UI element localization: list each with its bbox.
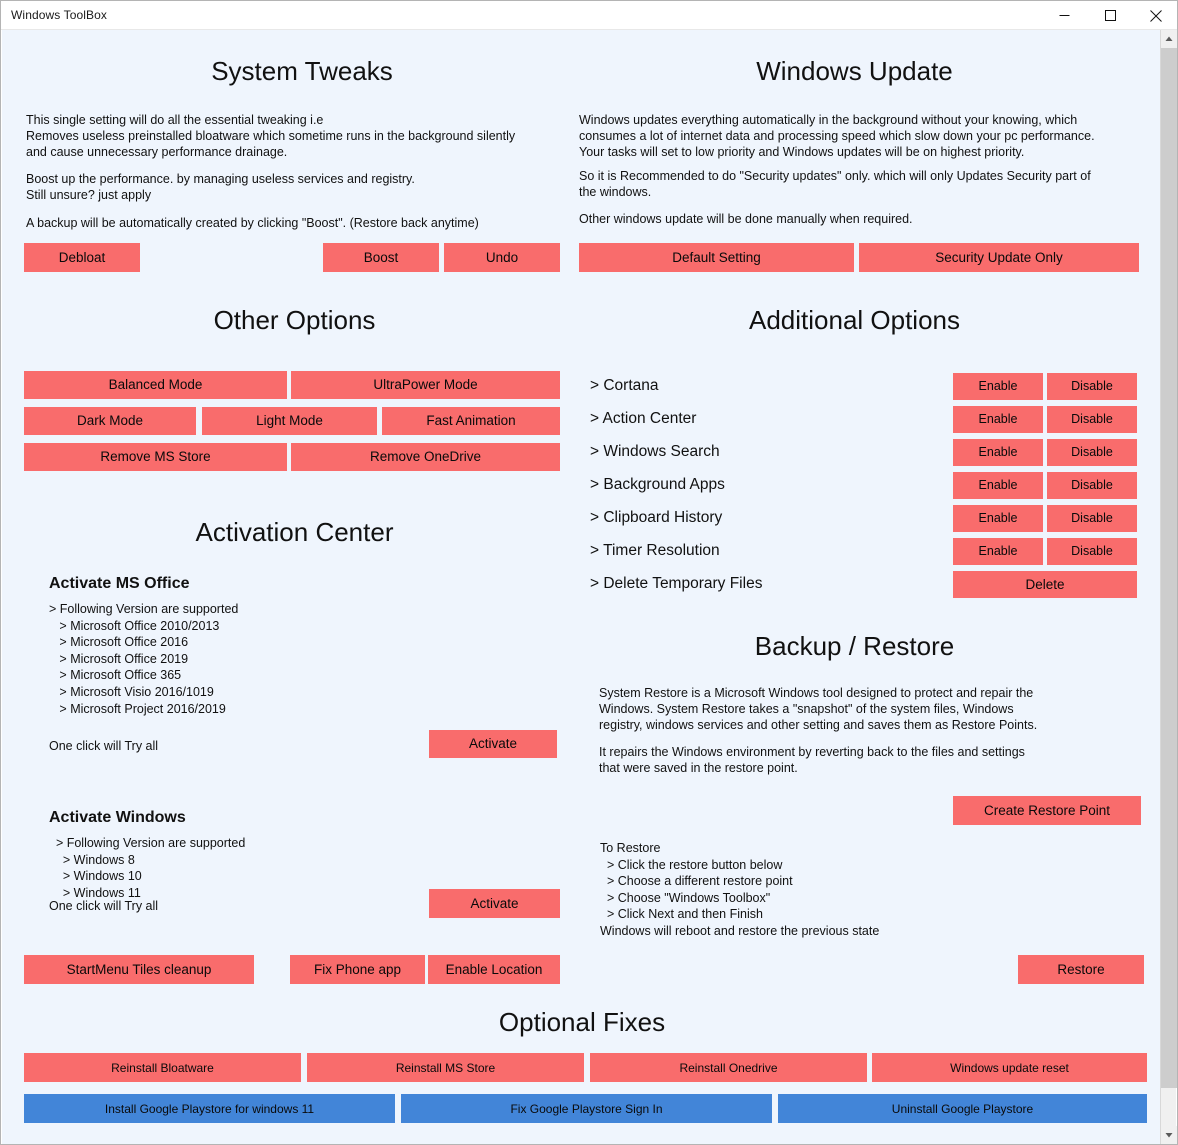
minimize-button[interactable] [1041, 1, 1087, 30]
startmenu-tiles-cleanup-button[interactable]: StartMenu Tiles cleanup [24, 955, 254, 984]
reinstall-ms-store-button[interactable]: Reinstall MS Store [307, 1053, 584, 1082]
section-title-backup-restore: Backup / Restore [754, 631, 955, 661]
create-restore-point-button[interactable]: Create Restore Point [953, 796, 1141, 825]
disable-button-background-apps[interactable]: Disable [1047, 472, 1137, 499]
window-controls [1041, 1, 1177, 30]
section-title-activation-center: Activation Center [195, 517, 394, 547]
enable-button-background-apps[interactable]: Enable [953, 472, 1043, 499]
enable-button-windows-search[interactable]: Enable [953, 439, 1043, 466]
activate-ms-office-note: One click will Try all [49, 739, 159, 753]
balanced-mode-button[interactable]: Balanced Mode [24, 371, 287, 399]
scroll-down-arrow-icon[interactable] [1161, 1126, 1177, 1144]
ultrapower-mode-button[interactable]: UltraPower Mode [291, 371, 560, 399]
enable-button-cortana[interactable]: Enable [953, 373, 1043, 400]
activate-windows-note: One click will Try all [49, 899, 159, 913]
system-tweaks-paragraph-2: Boost up the performance. by managing us… [26, 172, 415, 202]
windows-update-paragraph-1: Windows updates everything automatically… [579, 113, 1095, 159]
windows-update-paragraph-3: Other windows update will be done manual… [579, 212, 913, 226]
remove-onedrive-button[interactable]: Remove OneDrive [291, 443, 560, 471]
scrollbar-thumb[interactable] [1161, 48, 1177, 1088]
section-title-other-options: Other Options [213, 305, 376, 335]
uninstall-google-playstore-button[interactable]: Uninstall Google Playstore [778, 1094, 1147, 1123]
enable-button-clipboard-history[interactable]: Enable [953, 505, 1043, 532]
activate-ms-office-heading: Activate MS Office [49, 575, 190, 592]
fix-phone-app-button[interactable]: Fix Phone app [290, 955, 425, 984]
debloat-button[interactable]: Debloat [24, 243, 140, 272]
system-tweaks-paragraph-3: A backup will be automatically created b… [26, 216, 479, 230]
disable-button-cortana[interactable]: Disable [1047, 373, 1137, 400]
fix-google-playstore-signin-button[interactable]: Fix Google Playstore Sign In [401, 1094, 772, 1123]
option-label-background-apps: > Background Apps [590, 476, 725, 493]
maximize-button[interactable] [1087, 1, 1133, 30]
remove-ms-store-button[interactable]: Remove MS Store [24, 443, 287, 471]
boost-button[interactable]: Boost [323, 243, 439, 272]
vertical-scrollbar[interactable] [1160, 30, 1177, 1144]
activate-ms-office-supported-list: > Following Version are supported > Micr… [49, 602, 239, 716]
option-label-delete-temporary-files: > Delete Temporary Files [590, 575, 763, 592]
option-label-windows-search: > Windows Search [590, 443, 720, 460]
dark-mode-button[interactable]: Dark Mode [24, 407, 196, 435]
option-label-cortana: > Cortana [590, 377, 659, 394]
default-setting-button[interactable]: Default Setting [579, 243, 854, 272]
security-update-only-button[interactable]: Security Update Only [859, 243, 1139, 272]
to-restore-instructions: To Restore > Click the restore button be… [600, 841, 880, 938]
scroll-up-arrow-icon[interactable] [1161, 30, 1177, 48]
light-mode-button[interactable]: Light Mode [202, 407, 377, 435]
windows-update-paragraph-2: So it is Recommended to do "Security upd… [579, 169, 1091, 199]
system-tweaks-paragraph-1: This single setting will do all the esse… [26, 113, 516, 159]
fast-animation-button[interactable]: Fast Animation [382, 407, 560, 435]
titlebar: Windows ToolBox [1, 1, 1177, 30]
backup-restore-paragraph-1: System Restore is a Microsoft Windows to… [599, 686, 1038, 732]
activate-windows-button[interactable]: Activate [429, 889, 560, 918]
disable-button-windows-search[interactable]: Disable [1047, 439, 1137, 466]
option-label-action-center: > Action Center [590, 410, 697, 427]
disable-button-clipboard-history[interactable]: Disable [1047, 505, 1137, 532]
reinstall-onedrive-button[interactable]: Reinstall Onedrive [590, 1053, 867, 1082]
section-title-windows-update: Windows Update [756, 56, 953, 86]
section-title-optional-fixes: Optional Fixes [498, 1007, 666, 1037]
close-button[interactable] [1133, 1, 1177, 30]
client-area: System Tweaks This single setting will d… [2, 30, 1162, 1144]
activate-office-button[interactable]: Activate [429, 730, 557, 758]
install-google-playstore-button[interactable]: Install Google Playstore for windows 11 [24, 1094, 395, 1123]
window-title: Windows ToolBox [11, 8, 107, 22]
activate-windows-supported-list: > Following Version are supported > Wind… [55, 836, 246, 900]
windows-update-reset-button[interactable]: Windows update reset [872, 1053, 1147, 1082]
undo-button[interactable]: Undo [444, 243, 560, 272]
delete-temporary-files-button[interactable]: Delete [953, 571, 1137, 598]
reinstall-bloatware-button[interactable]: Reinstall Bloatware [24, 1053, 301, 1082]
section-title-system-tweaks: System Tweaks [211, 56, 393, 86]
enable-button-timer-resolution[interactable]: Enable [953, 538, 1043, 565]
option-label-timer-resolution: > Timer Resolution [590, 542, 720, 559]
restore-button[interactable]: Restore [1018, 955, 1144, 984]
section-title-additional-options: Additional Options [748, 305, 961, 335]
enable-button-action-center[interactable]: Enable [953, 406, 1043, 433]
enable-location-button[interactable]: Enable Location [428, 955, 560, 984]
activate-windows-heading: Activate Windows [49, 809, 186, 826]
app-window: Windows ToolBox System Tweaks This singl… [0, 0, 1178, 1145]
backup-restore-paragraph-2: It repairs the Windows environment by re… [599, 745, 1025, 775]
option-label-clipboard-history: > Clipboard History [590, 509, 723, 526]
disable-button-timer-resolution[interactable]: Disable [1047, 538, 1137, 565]
disable-button-action-center[interactable]: Disable [1047, 406, 1137, 433]
